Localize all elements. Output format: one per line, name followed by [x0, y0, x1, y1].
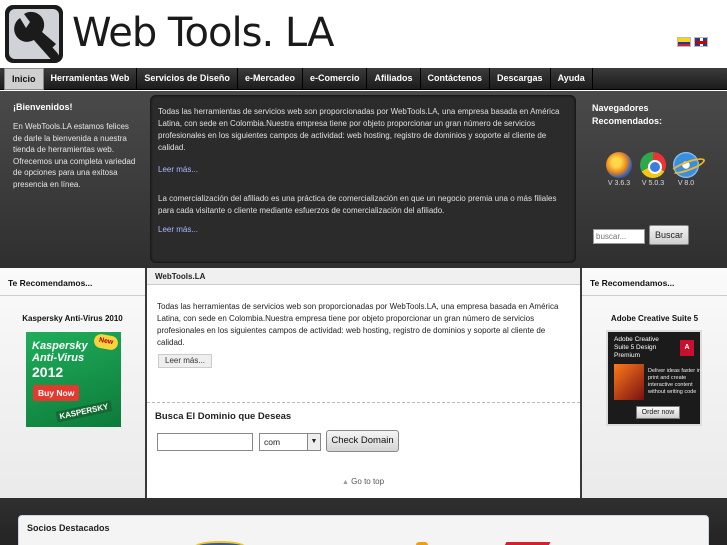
welcome-title: ¡Bienvenidos! [13, 102, 73, 112]
go-to-top-label: Go to top [351, 477, 385, 486]
nav-item-contactenos[interactable]: Contáctenos [421, 68, 491, 90]
browser-chrome[interactable]: V 5.0.3 [638, 152, 668, 187]
browser-version: V 3.6.3 [607, 180, 631, 187]
domain-input[interactable] [157, 433, 253, 451]
intro-box: Todas las herramientas de servicios web … [150, 95, 576, 263]
buy-now-button[interactable]: Buy Now [33, 385, 80, 401]
nav-item-e-mercadeo[interactable]: e-Mercadeo [238, 68, 303, 90]
read-more-button[interactable]: Leer más... [158, 354, 213, 368]
tld-select[interactable]: com ▼ [259, 433, 321, 451]
nav-item-descargas[interactable]: Descargas [490, 68, 551, 90]
tld-selected-value: com [264, 437, 281, 447]
order-now-button[interactable]: Order now [636, 406, 680, 419]
partner-logo[interactable] [194, 541, 246, 545]
browser-version: V 5.0.3 [641, 180, 665, 187]
chevron-down-icon[interactable]: ▼ [307, 434, 320, 450]
ie-icon[interactable] [673, 152, 699, 178]
nav-item-e-comercio[interactable]: e-Comercio [303, 68, 368, 90]
right-product-name[interactable]: Adobe Creative Suite 5 [582, 314, 727, 323]
adobe-box-title: Adobe Creative Suite 5 Design Premium [614, 336, 659, 359]
search-button[interactable]: Buscar [649, 225, 689, 245]
left-recommend-title: Te Recomendamos... [8, 278, 93, 288]
arrow-up-icon: ▲ [342, 479, 349, 486]
main-paragraph: Todas las herramientas de servicios web … [157, 302, 559, 347]
domain-search-title: Busca El Dominio que Deseas [155, 411, 292, 422]
welcome-text: En WebTools.LA estamos felices de darle … [13, 122, 136, 189]
kaspersky-box-year: 2012 [32, 364, 64, 380]
intro-read-more-link-1[interactable]: Leer más... [158, 165, 198, 174]
divider [147, 402, 580, 403]
main-nav: Inicio Herramientas Web Servicios de Dis… [0, 68, 727, 90]
header: Web Tools. LA [0, 0, 727, 68]
right-recommend-title: Te Recomendamos... [590, 278, 675, 288]
adobe-box-art [614, 364, 644, 400]
site-logo-text[interactable]: Web Tools. LA [72, 8, 334, 58]
left-product-name[interactable]: Kaspersky Anti-Virus 2010 [0, 314, 145, 323]
adobe-ad-image[interactable]: Adobe Creative Suite 5 Design Premium A … [606, 330, 702, 426]
kaspersky-ad-image[interactable]: New Kaspersky Anti-Virus 2012 Buy Now KA… [26, 332, 121, 427]
partners-title: Socios Destacados [27, 523, 110, 533]
nav-item-herramientas-web[interactable]: Herramientas Web [44, 68, 138, 90]
divider [0, 295, 145, 296]
search-input[interactable] [593, 229, 645, 244]
chrome-icon[interactable] [640, 152, 666, 178]
middle-section: Te Recomendamos... Kaspersky Anti-Virus … [0, 268, 727, 498]
nav-item-servicios-diseno[interactable]: Servicios de Diseño [137, 68, 238, 90]
wrench-logo-icon[interactable] [4, 4, 64, 64]
intro-paragraph-2: La comercialización del afiliado es una … [158, 194, 557, 215]
new-badge: New [92, 333, 120, 351]
right-recommend-column: Te Recomendamos... Adobe Creative Suite … [582, 268, 727, 498]
adobe-box-text: Deliver ideas faster in print and create… [648, 368, 701, 395]
uk-flag-icon[interactable] [694, 37, 708, 47]
language-flags [677, 37, 708, 47]
browsers-title: Navegadores Recomendados: [592, 103, 663, 126]
kaspersky-box-title: Kaspersky Anti-Virus [32, 340, 88, 364]
left-recommend-column: Te Recomendamos... Kaspersky Anti-Virus … [0, 268, 145, 498]
browser-version: V 8.0 [677, 180, 695, 187]
intro-read-more-link-2[interactable]: Leer más... [158, 225, 198, 234]
kaspersky-brand-logo: KASPERSKY [55, 400, 113, 423]
nav-item-ayuda[interactable]: Ayuda [551, 68, 593, 90]
go-to-top-link[interactable]: ▲ Go to top [342, 477, 384, 486]
footer: Socios Destacados [0, 498, 727, 545]
browser-firefox[interactable]: V 3.6.3 [604, 152, 634, 187]
nav-item-afiliados[interactable]: Afiliados [367, 68, 421, 90]
firefox-icon[interactable] [606, 152, 632, 178]
nav-item-inicio[interactable]: Inicio [4, 68, 44, 90]
browser-ie[interactable]: V 8.0 [671, 152, 701, 187]
adobe-logo-icon: A [680, 340, 694, 356]
check-domain-button[interactable]: Check Domain [326, 430, 399, 452]
main-content-header: WebTools.LA [147, 268, 580, 285]
page: Web Tools. LA Inicio Herramientas Web Se… [0, 0, 727, 545]
partners-box: Socios Destacados [18, 515, 709, 545]
top-band: ¡Bienvenidos! En WebTools.LA estamos fel… [0, 91, 727, 268]
divider [582, 295, 727, 296]
main-content: WebTools.LA Todas las herramientas de se… [147, 268, 580, 498]
colombia-flag-icon[interactable] [677, 37, 691, 47]
intro-paragraph-1: Todas las herramientas de servicios web … [158, 107, 560, 152]
